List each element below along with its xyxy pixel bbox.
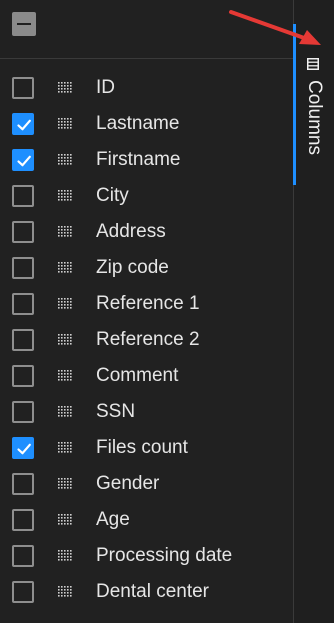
column-list: ID Lastname Firstname City Address Zip code Re…: [0, 70, 293, 610]
column-row[interactable]: Zip code: [0, 250, 293, 286]
drag-handle-icon[interactable]: [58, 406, 73, 418]
drag-handle-icon[interactable]: [58, 478, 73, 490]
column-label: Address: [96, 221, 166, 242]
column-row[interactable]: Age: [0, 502, 293, 538]
column-row[interactable]: SSN: [0, 394, 293, 430]
drag-handle-icon[interactable]: [58, 262, 73, 274]
drag-handle-icon[interactable]: [58, 514, 73, 526]
column-label: Files count: [96, 437, 188, 458]
column-row[interactable]: City: [0, 178, 293, 214]
tab-columns-label: Columns: [304, 80, 325, 155]
column-checkbox[interactable]: [12, 437, 34, 459]
column-label: Reference 2: [96, 329, 200, 350]
column-checkbox[interactable]: [12, 509, 34, 531]
column-label: SSN: [96, 401, 136, 422]
column-row[interactable]: Comment: [0, 358, 293, 394]
column-row[interactable]: Processing date: [0, 538, 293, 574]
drag-handle-icon[interactable]: [58, 586, 73, 598]
column-checkbox[interactable]: [12, 581, 34, 603]
checkmark-icon: [17, 443, 31, 455]
column-checkbox[interactable]: [12, 401, 34, 423]
drag-handle-icon[interactable]: [58, 298, 73, 310]
column-row[interactable]: Reference 2: [0, 322, 293, 358]
column-label: Firstname: [96, 149, 181, 170]
column-label: Processing date: [96, 545, 233, 566]
column-row[interactable]: Dental center: [0, 574, 293, 610]
select-all-checkbox[interactable]: [12, 12, 36, 36]
column-checkbox[interactable]: [12, 149, 34, 171]
column-chooser-window: ID Lastname Firstname City Address Zip code Re…: [0, 0, 334, 623]
column-label: Dental center: [96, 581, 210, 602]
drag-handle-icon[interactable]: [58, 442, 73, 454]
column-row[interactable]: Gender: [0, 466, 293, 502]
drag-handle-icon[interactable]: [58, 550, 73, 562]
column-row[interactable]: Firstname: [0, 142, 293, 178]
panel-header: [0, 0, 293, 59]
column-checkbox[interactable]: [12, 77, 34, 99]
tab-columns[interactable]: Columns: [294, 40, 334, 185]
column-checkbox[interactable]: [12, 257, 34, 279]
drag-handle-icon[interactable]: [58, 82, 73, 94]
columns-panel: ID Lastname Firstname City Address Zip code Re…: [0, 0, 293, 623]
column-label: Comment: [96, 365, 179, 386]
column-checkbox[interactable]: [12, 293, 34, 315]
column-row[interactable]: Lastname: [0, 106, 293, 142]
tab-columns-content: Columns: [302, 54, 326, 184]
column-label: Lastname: [96, 113, 180, 134]
column-checkbox[interactable]: [12, 185, 34, 207]
checkmark-icon: [17, 155, 31, 167]
column-label: City: [96, 185, 129, 206]
column-label: Age: [96, 509, 130, 530]
drag-handle-icon[interactable]: [58, 118, 73, 130]
column-checkbox[interactable]: [12, 113, 34, 135]
column-row[interactable]: Address: [0, 214, 293, 250]
column-label: ID: [96, 77, 115, 98]
drag-handle-icon[interactable]: [58, 370, 73, 382]
column-checkbox[interactable]: [12, 365, 34, 387]
drag-handle-icon[interactable]: [58, 190, 73, 202]
drag-handle-icon[interactable]: [58, 226, 73, 238]
column-row[interactable]: Reference 1: [0, 286, 293, 322]
column-checkbox[interactable]: [12, 221, 34, 243]
column-checkbox[interactable]: [12, 473, 34, 495]
column-label: Reference 1: [96, 293, 200, 314]
drag-handle-icon[interactable]: [58, 154, 73, 166]
column-row[interactable]: ID: [0, 70, 293, 106]
checkmark-icon: [17, 119, 31, 131]
column-label: Zip code: [96, 257, 169, 278]
column-checkbox[interactable]: [12, 545, 34, 567]
column-label: Gender: [96, 473, 160, 494]
column-checkbox[interactable]: [12, 329, 34, 351]
drag-handle-icon[interactable]: [58, 334, 73, 346]
column-row[interactable]: Files count: [0, 430, 293, 466]
